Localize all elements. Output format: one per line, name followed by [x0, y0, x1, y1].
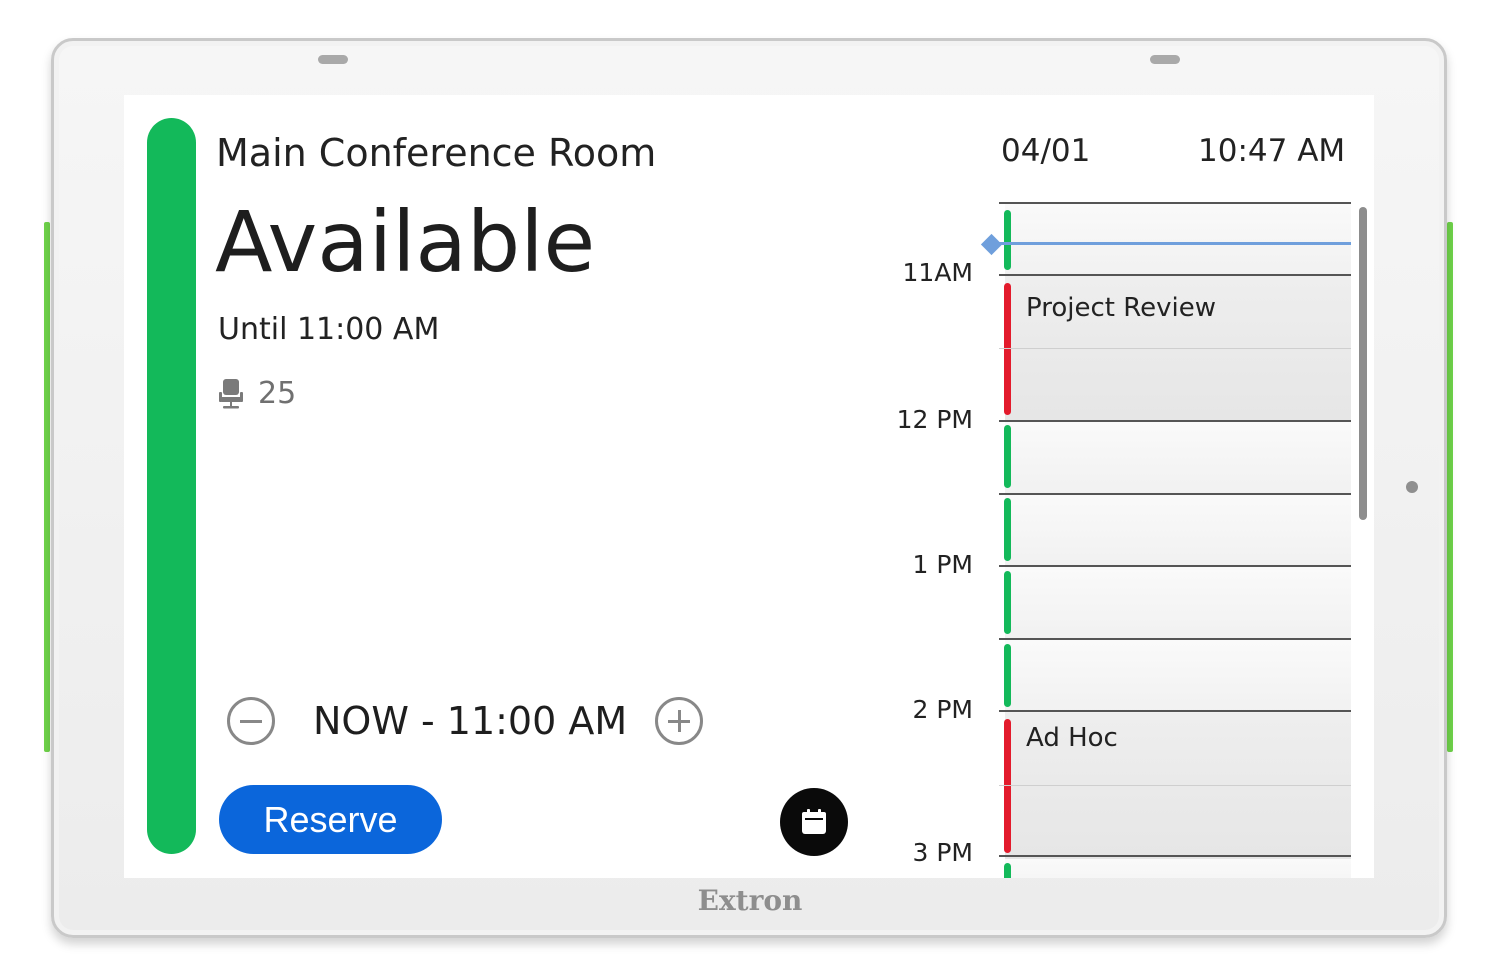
room-capacity: 25 — [218, 376, 296, 411]
grid-line — [999, 420, 1351, 422]
grid-line — [999, 855, 1351, 857]
free-slot[interactable] — [999, 567, 1351, 640]
free-marker — [1004, 571, 1011, 634]
availability-status-bar — [147, 118, 196, 854]
grid-line — [999, 710, 1351, 712]
time-label-2pm: 2 PM — [912, 695, 974, 724]
event-title: Ad Hoc — [1026, 723, 1118, 753]
current-date: 04/01 — [1001, 133, 1091, 169]
grid-line — [999, 274, 1351, 276]
free-slot[interactable] — [999, 859, 1351, 878]
grid-line — [999, 638, 1351, 640]
booked-marker — [1004, 719, 1011, 853]
room-status: Available — [215, 193, 596, 291]
grid-line — [999, 493, 1351, 495]
calendar-icon — [802, 809, 826, 834]
left-status-led — [44, 222, 50, 752]
current-time: 10:47 AM — [1198, 133, 1346, 169]
free-marker — [1004, 498, 1011, 561]
minus-icon — [240, 719, 262, 723]
room-name: Main Conference Room — [216, 131, 657, 175]
room-scheduling-screen: Main Conference Room Available Until 11:… — [124, 95, 1374, 878]
grid-line — [999, 348, 1351, 349]
free-slot[interactable] — [999, 202, 1351, 275]
increase-duration-button[interactable] — [655, 697, 703, 745]
grid-line — [999, 565, 1351, 567]
booked-marker — [1004, 283, 1011, 415]
time-label-3pm: 3 PM — [912, 838, 974, 867]
time-label-12pm: 12 PM — [896, 405, 973, 434]
grid-line — [999, 785, 1351, 786]
schedule-scrollbar[interactable] — [1359, 207, 1367, 520]
reserve-button[interactable]: Reserve — [219, 785, 442, 854]
free-slot[interactable] — [999, 640, 1351, 713]
free-marker — [1004, 210, 1011, 270]
capacity-count: 25 — [258, 376, 297, 411]
grid-line — [999, 202, 1351, 204]
light-sensor — [1406, 481, 1418, 493]
free-slot[interactable] — [999, 421, 1351, 494]
right-status-led — [1447, 222, 1453, 752]
free-slot[interactable] — [999, 494, 1351, 567]
brand-logo: Extron — [697, 884, 803, 917]
free-marker — [1004, 425, 1011, 488]
day-schedule[interactable]: 11AM 12 PM 1 PM 2 PM 3 PM Project Review — [884, 202, 1374, 878]
event-title: Project Review — [1026, 293, 1216, 323]
seat-icon — [219, 378, 243, 408]
schedule-timeline[interactable]: Project Review Ad Hoc — [999, 202, 1351, 878]
time-label-11am: 11AM — [902, 258, 973, 287]
available-until: Until 11:00 AM — [218, 312, 440, 347]
calendar-button[interactable] — [780, 788, 848, 856]
time-label-1pm: 1 PM — [912, 550, 974, 579]
current-time-indicator — [999, 242, 1351, 245]
duration-selector: NOW - 11:00 AM — [227, 697, 707, 747]
event-ad-hoc[interactable]: Ad Hoc — [999, 713, 1351, 859]
speaker-slot-right — [1150, 55, 1180, 64]
speaker-slot-left — [318, 55, 348, 64]
duration-label: NOW - 11:00 AM — [313, 699, 628, 743]
free-marker — [1004, 644, 1011, 707]
decrease-duration-button[interactable] — [227, 697, 275, 745]
free-marker — [1004, 863, 1011, 878]
